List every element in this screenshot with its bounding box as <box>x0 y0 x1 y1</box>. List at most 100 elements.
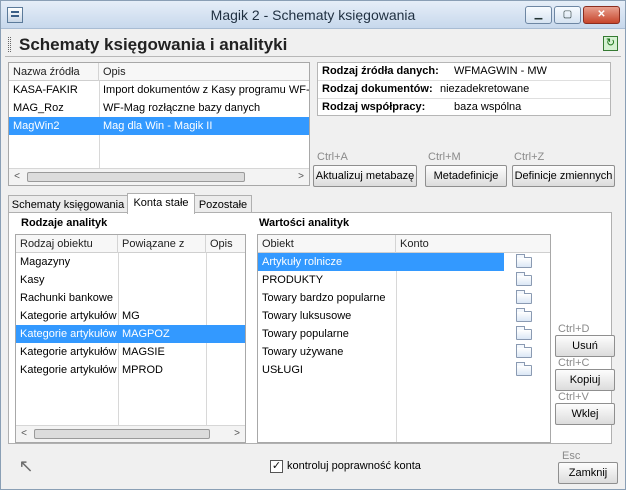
analytics-type-row-selected[interactable]: Kategorie artykułów MAGPOZ <box>16 325 245 343</box>
maximize-button[interactable]: ▢ <box>554 6 581 24</box>
object-cell: PRODUKTY <box>262 274 324 286</box>
account-cell <box>396 253 504 271</box>
column-header-object-type[interactable]: Rodzaj obiektu <box>16 235 118 253</box>
linked-cell: MAGSIE <box>122 346 165 358</box>
shortcut-label: Ctrl+C <box>558 357 590 369</box>
column-header-description[interactable]: Opis <box>99 63 309 81</box>
analytics-value-row[interactable]: Towary bardzo popularne <box>258 289 504 307</box>
folder-icon[interactable] <box>516 362 532 376</box>
variable-definitions-button[interactable]: Definicje zmiennych <box>512 165 615 187</box>
account-cell <box>396 289 504 307</box>
sources-grid[interactable]: Nazwa źródła Opis KASA-FAKIR Import doku… <box>8 62 310 186</box>
analytics-value-row[interactable]: PRODUKTY <box>258 271 504 289</box>
update-metabase-button[interactable]: Aktualizuj metabazę <box>313 165 417 187</box>
linked-cell <box>118 289 206 307</box>
analytics-values-header: Obiekt Konto <box>258 235 550 253</box>
analytics-value-row-selected[interactable]: Artykuły rolnicze <box>258 253 504 271</box>
sources-grid-header: Nazwa źródła Opis <box>9 63 309 81</box>
analytics-type-row[interactable]: Kategorie artykułów MG <box>16 307 245 325</box>
copy-button[interactable]: Kopiuj <box>555 369 615 391</box>
source-name-cell: MagWin2 <box>13 120 60 132</box>
linked-cell <box>118 253 206 271</box>
analytics-types-horizontal-scrollbar[interactable]: < > <box>16 425 245 442</box>
scroll-left-arrow-icon[interactable]: < <box>17 427 31 441</box>
source-info-box: Rodzaj źródła danych: WFMAGWIN - MW Rodz… <box>317 62 611 116</box>
source-row-selected[interactable]: MagWin2 Mag dla Win - Magik II <box>9 117 309 135</box>
object-type-cell: Kategorie artykułów <box>20 310 117 322</box>
object-type-cell: Kasy <box>20 274 45 286</box>
account-cell <box>396 343 504 361</box>
shortcut-label: Ctrl+D <box>558 323 590 335</box>
scrollbar-thumb[interactable] <box>27 172 245 182</box>
analytics-type-row[interactable]: Magazyny <box>16 253 245 271</box>
analytics-types-header: Rodzaj obiektu Powiązane z Opis <box>16 235 245 253</box>
column-header-object[interactable]: Obiekt <box>258 235 396 253</box>
analytics-value-row[interactable]: Towary używane <box>258 343 504 361</box>
scroll-right-arrow-icon[interactable]: > <box>230 427 244 441</box>
info-label: Rodzaj współpracy: <box>322 101 426 113</box>
info-value: niezadekretowane <box>440 83 530 95</box>
refresh-icon[interactable]: ↻ <box>603 36 618 51</box>
metadefinitions-button[interactable]: Metadefinicje <box>425 165 507 187</box>
analytics-type-row[interactable]: Kategorie artykułów MAGSIE <box>16 343 245 361</box>
analytics-type-row[interactable]: Kategorie artykułów MPROD <box>16 361 245 379</box>
page-title: Schematy księgowania i analityki <box>19 35 288 54</box>
paste-button[interactable]: Wklej <box>555 403 615 425</box>
object-cell: Artykuły rolnicze <box>262 256 343 268</box>
close-window-button[interactable]: Zamknij <box>558 462 618 484</box>
folder-icon[interactable] <box>516 254 532 268</box>
analytics-value-row[interactable]: Towary luksusowe <box>258 307 504 325</box>
object-type-cell: Kategorie artykułów <box>20 328 117 340</box>
linked-cell: MAGPOZ <box>122 328 170 340</box>
shortcut-label: Ctrl+A <box>317 151 348 163</box>
analytics-values-grid[interactable]: Obiekt Konto Artykuły rolnicze PRODUKTY … <box>257 234 551 443</box>
validate-account-label[interactable]: kontroluj poprawność konta <box>287 460 421 472</box>
column-header-source-name[interactable]: Nazwa źródła <box>9 63 99 81</box>
object-cell: Towary używane <box>262 346 344 358</box>
delete-button[interactable]: Usuń <box>555 335 615 357</box>
info-label: Rodzaj dokumentów: <box>322 83 433 95</box>
validate-account-checkbox[interactable]: ✓ <box>270 460 283 473</box>
scroll-right-arrow-icon[interactable]: > <box>294 170 308 184</box>
shortcut-label: Ctrl+Z <box>514 151 545 163</box>
page-header: Schematy księgowania i analityki ↻ <box>5 33 621 57</box>
folder-icon[interactable] <box>516 308 532 322</box>
tab-panel-fixed-accounts: Rodzaje analityk Wartości analityk Rodza… <box>8 212 615 444</box>
object-type-cell: Kategorie artykułów <box>20 346 117 358</box>
analytics-type-row[interactable]: Rachunki bankowe <box>16 289 245 307</box>
column-header-linked-with[interactable]: Powiązane z <box>118 235 206 253</box>
title-bar[interactable]: Magik 2 - Schematy księgowania ▁ ▢ ✕ <box>1 1 625 29</box>
account-cell <box>396 325 504 343</box>
info-label: Rodzaj źródła danych: <box>322 65 439 77</box>
sources-horizontal-scrollbar[interactable]: < > <box>9 168 309 185</box>
scroll-left-arrow-icon[interactable]: < <box>10 170 24 184</box>
folder-icon[interactable] <box>516 326 532 340</box>
info-row: Rodzaj współpracy: baza wspólna <box>318 99 610 117</box>
folder-icon[interactable] <box>516 344 532 358</box>
scrollbar-thumb[interactable] <box>34 429 210 439</box>
grip-icon <box>8 37 11 52</box>
source-row[interactable]: KASA-FAKIR Import dokumentów z Kasy prog… <box>9 81 309 99</box>
cursor-icon: ↖ <box>18 456 34 476</box>
column-header-description[interactable]: Opis <box>206 235 245 253</box>
analytics-type-row[interactable]: Kasy <box>16 271 245 289</box>
close-button[interactable]: ✕ <box>583 6 620 24</box>
analytics-value-row[interactable]: USŁUGI <box>258 361 504 379</box>
column-header-account[interactable]: Konto <box>396 235 550 253</box>
shortcut-label: Ctrl+V <box>558 391 589 403</box>
folder-icon[interactable] <box>516 272 532 286</box>
folder-icon[interactable] <box>516 290 532 304</box>
source-desc-cell: Import dokumentów z Kasy programu WF-Fa <box>103 84 309 96</box>
analytics-values-title: Wartości analityk <box>259 217 350 229</box>
account-cell <box>396 307 504 325</box>
analytics-value-row[interactable]: Towary popularne <box>258 325 504 343</box>
analytics-types-grid[interactable]: Rodzaj obiektu Powiązane z Opis Magazyny… <box>15 234 246 443</box>
object-cell: Towary bardzo popularne <box>262 292 386 304</box>
object-type-cell: Magazyny <box>20 256 71 268</box>
info-row: Rodzaj źródła danych: WFMAGWIN - MW <box>318 63 610 81</box>
minimize-button[interactable]: ▁ <box>525 6 552 24</box>
tab-fixed-accounts[interactable]: Konta stałe <box>127 193 195 214</box>
source-desc-cell: WF-Mag rozłączne bazy danych <box>103 102 261 114</box>
source-row[interactable]: MAG_Roz WF-Mag rozłączne bazy danych <box>9 99 309 117</box>
account-cell <box>396 361 504 379</box>
